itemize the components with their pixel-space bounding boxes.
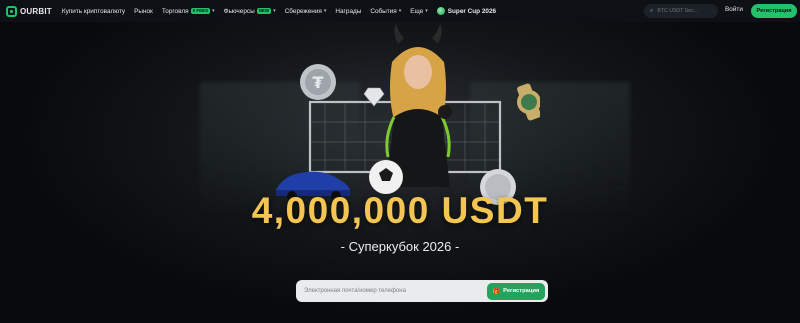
search-input[interactable]: ⌕ BTC USDT Sec... xyxy=(644,4,718,18)
nav-label: События xyxy=(370,7,397,15)
nav-label: Еще xyxy=(410,7,424,15)
logo-icon xyxy=(6,5,17,17)
chevron-down-icon: ▾ xyxy=(212,8,215,14)
nav-item-market[interactable]: Рынок xyxy=(134,8,153,15)
hero-illustration: ₮ xyxy=(276,24,540,205)
silver-coin-icon: ₮ xyxy=(300,64,336,100)
new-badge: NEW xyxy=(256,8,272,14)
nav-label: Рынок xyxy=(134,7,153,15)
watch-icon xyxy=(517,83,540,121)
nav-item-savings[interactable]: Сбережения ▾ xyxy=(285,8,327,15)
nav-item-trade[interactable]: Торговля 0 FEES ▾ xyxy=(162,8,215,15)
hero-register-button[interactable]: 🎁 Регистрация xyxy=(487,282,545,300)
super-cup-link[interactable]: Super Cup 2026 xyxy=(436,7,497,15)
nav-item-futures[interactable]: Фьючерсы NEW ▾ xyxy=(224,8,276,15)
chevron-down-icon: ▾ xyxy=(398,8,402,14)
svg-text:₮: ₮ xyxy=(312,73,323,92)
nav-label: Сбережения xyxy=(284,7,322,15)
prize-amount: 4,000,000 USDT xyxy=(251,190,549,231)
nav-item-more[interactable]: Еще ▾ xyxy=(410,8,428,15)
soccer-ball-icon xyxy=(369,160,403,194)
nav-item-buy-crypto[interactable]: Купить криптовалюту xyxy=(62,8,125,15)
nav-label: Купить криптовалюту xyxy=(61,7,126,15)
trophy-icon xyxy=(436,7,445,15)
character-figure xyxy=(385,24,452,187)
email-phone-field[interactable]: Электронная почта/номер телефона xyxy=(304,288,487,294)
register-button[interactable]: Регистрация xyxy=(751,4,797,18)
search-placeholder: BTC USDT Sec... xyxy=(657,8,698,14)
nav-item-rewards[interactable]: Награды xyxy=(335,8,361,15)
hero-banner: ₮ 4,000,000 USDT - Суперкубок 2026 - Эле… xyxy=(0,22,800,323)
login-link[interactable]: Войти xyxy=(725,6,743,13)
nav-label: Торговля xyxy=(161,7,189,15)
super-cup-label: Super Cup 2026 xyxy=(447,7,497,15)
gift-icon: 🎁 xyxy=(492,288,501,295)
diamond-icon xyxy=(363,87,385,107)
chevron-down-icon: ▾ xyxy=(273,8,276,14)
chevron-down-icon: ▾ xyxy=(323,8,327,14)
nav-item-events[interactable]: События ▾ xyxy=(370,8,401,15)
nav-label: Фьючерсы xyxy=(223,7,255,15)
prize-subtitle: - Суперкубок 2026 - xyxy=(340,239,460,254)
logo[interactable]: OURBIT xyxy=(6,5,52,17)
search-icon: ⌕ xyxy=(650,7,654,14)
logo-text: OURBIT xyxy=(20,6,52,16)
nav-label: Награды xyxy=(335,7,362,15)
zero-fees-badge: 0 FEES xyxy=(190,8,211,14)
hero-register-label: Регистрация xyxy=(503,288,540,294)
signup-form: Электронная почта/номер телефона 🎁 Регис… xyxy=(296,280,548,302)
chevron-down-icon: ▾ xyxy=(425,8,428,14)
